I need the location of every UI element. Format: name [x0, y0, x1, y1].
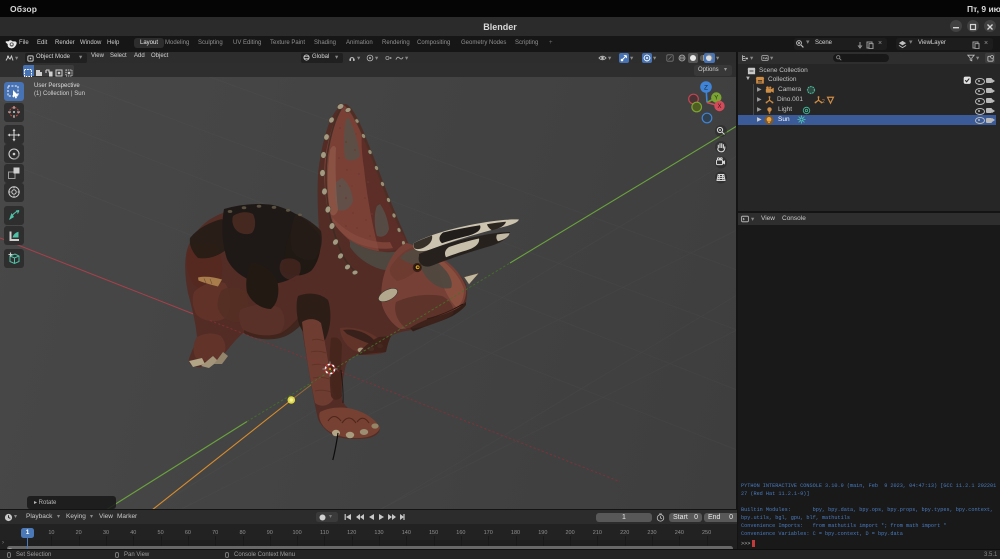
svg-text:Z: Z — [704, 84, 708, 91]
svg-text:X: X — [717, 104, 721, 110]
svg-text:Y: Y — [714, 96, 718, 102]
